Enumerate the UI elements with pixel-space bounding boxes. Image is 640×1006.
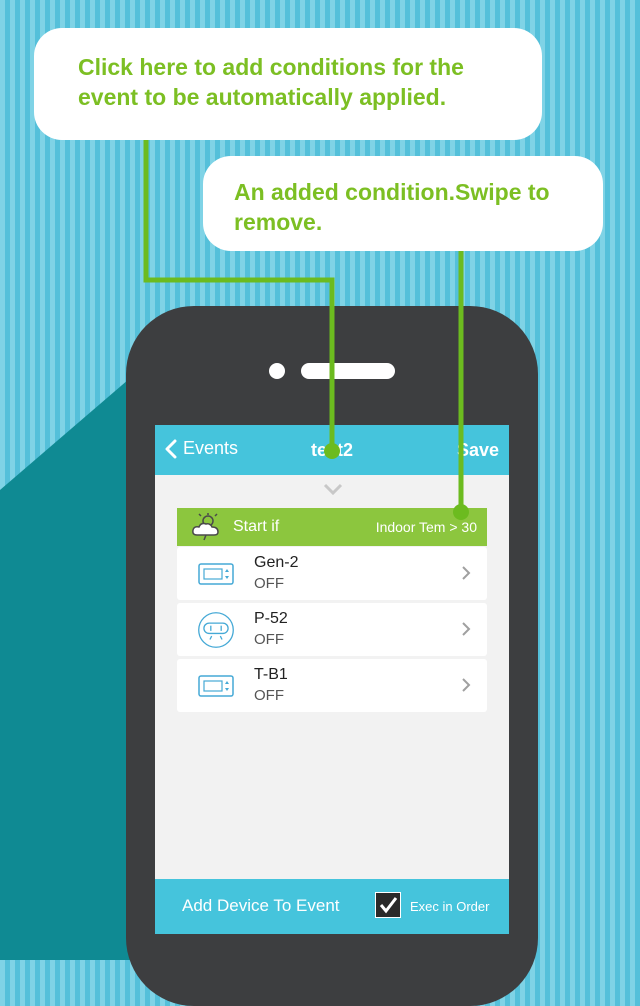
callout-bubble-added-condition: An added condition.Swipe to remove. <box>203 156 603 251</box>
callout-lines <box>143 140 469 520</box>
callout-bubble-add-conditions: Click here to add conditions for the eve… <box>34 28 542 140</box>
callout-dot-add-conditions <box>324 443 340 459</box>
callout-dot-added-condition <box>453 504 469 520</box>
callout-text-add-conditions: Click here to add conditions for the eve… <box>78 54 464 110</box>
callout-text-added-condition: An added condition.Swipe to remove. <box>234 179 550 235</box>
